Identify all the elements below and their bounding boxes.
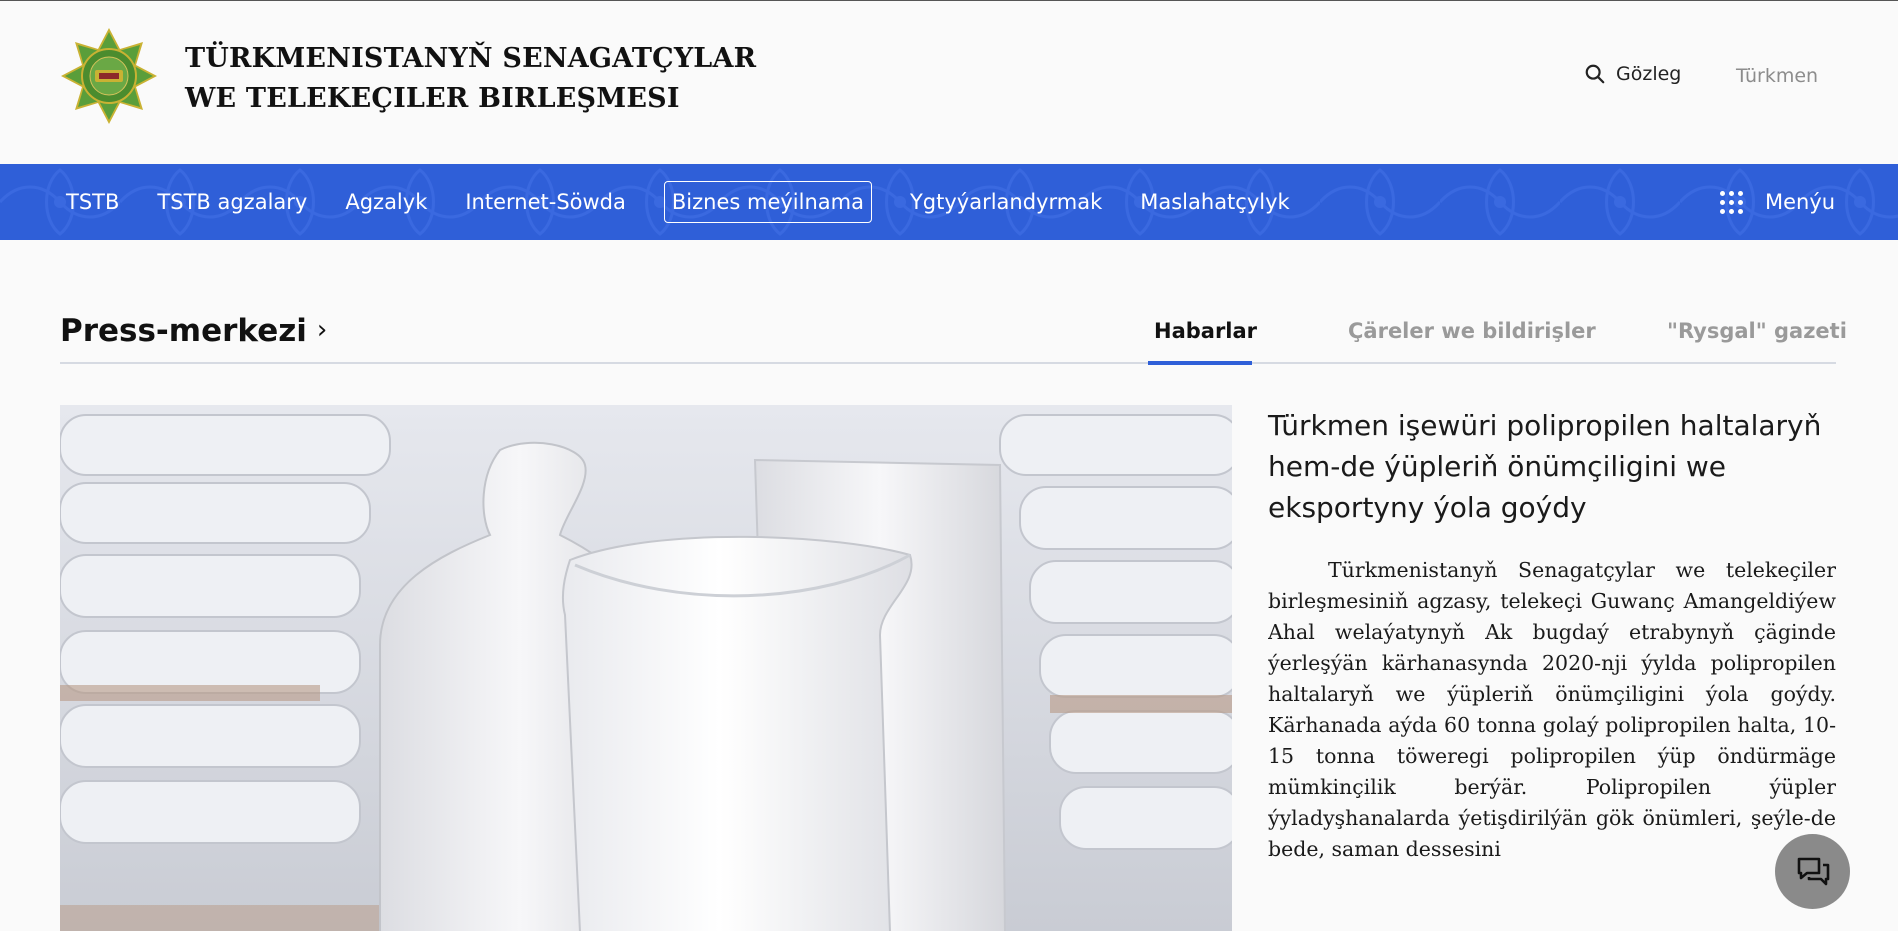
article-image[interactable] [60, 405, 1232, 931]
tab-rysgal-gazette[interactable]: "Rysgal" gazeti [1667, 319, 1847, 343]
nav-item-internet-sowda[interactable]: Internet-Söwda [465, 190, 626, 214]
search-icon [1585, 64, 1605, 84]
org-title[interactable]: TÜRKMENISTANYŇ SENAGATÇYLAR WE TELEKEÇIL… [185, 39, 756, 119]
active-tab-indicator [1148, 361, 1252, 365]
tab-news[interactable]: Habarlar [1154, 319, 1257, 343]
grid-dots-icon [1720, 190, 1743, 214]
chat-bubbles-icon [1797, 857, 1829, 885]
press-center-title: Press-merkezi [60, 313, 307, 349]
search-label: Gözleg [1616, 63, 1682, 85]
chat-button[interactable] [1775, 834, 1850, 909]
press-center-link[interactable]: Press-merkezi › [60, 313, 327, 349]
nav-item-tstb[interactable]: TSTB [66, 190, 119, 214]
nav-item-business-plan[interactable]: Biznes meýilnama [663, 181, 872, 223]
site-header: TÜRKMENISTANYŇ SENAGATÇYLAR WE TELEKEÇIL… [0, 1, 1898, 164]
nav-item-licensing[interactable]: Ygtyýarlandyrmak [910, 190, 1102, 214]
nav-items: TSTB TSTB agzalary Agzalyk Internet-Söwd… [66, 164, 1328, 240]
search-button[interactable]: Gözleg [1584, 63, 1681, 85]
nav-item-tstb-members[interactable]: TSTB agzalary [157, 190, 307, 214]
main-navbar: TSTB TSTB agzalary Agzalyk Internet-Söwd… [0, 164, 1898, 240]
org-title-line1: TÜRKMENISTANYŇ SENAGATÇYLAR [185, 43, 757, 74]
tab-events[interactable]: Çäreler we bildirişler [1348, 319, 1596, 343]
menu-label: Menýu [1765, 190, 1836, 214]
article-body: Türkmenistanyň Senagatçylar we telekeçil… [1268, 558, 1836, 861]
nav-item-consulting[interactable]: Maslahatçylyk [1140, 190, 1289, 214]
article-title[interactable]: Türkmen işewüri polipropilen haltalaryň … [1268, 405, 1828, 528]
tstb-emblem-icon[interactable] [60, 27, 158, 125]
language-selector[interactable]: Türkmen [1736, 65, 1818, 87]
menu-button[interactable]: Menýu [1720, 164, 1835, 240]
tabs-divider [60, 362, 1836, 364]
org-title-line2: WE TELEKEÇILER BIRLEŞMESI [185, 83, 680, 114]
nav-item-membership[interactable]: Agzalyk [345, 190, 427, 214]
chevron-right-icon: › [316, 315, 328, 345]
